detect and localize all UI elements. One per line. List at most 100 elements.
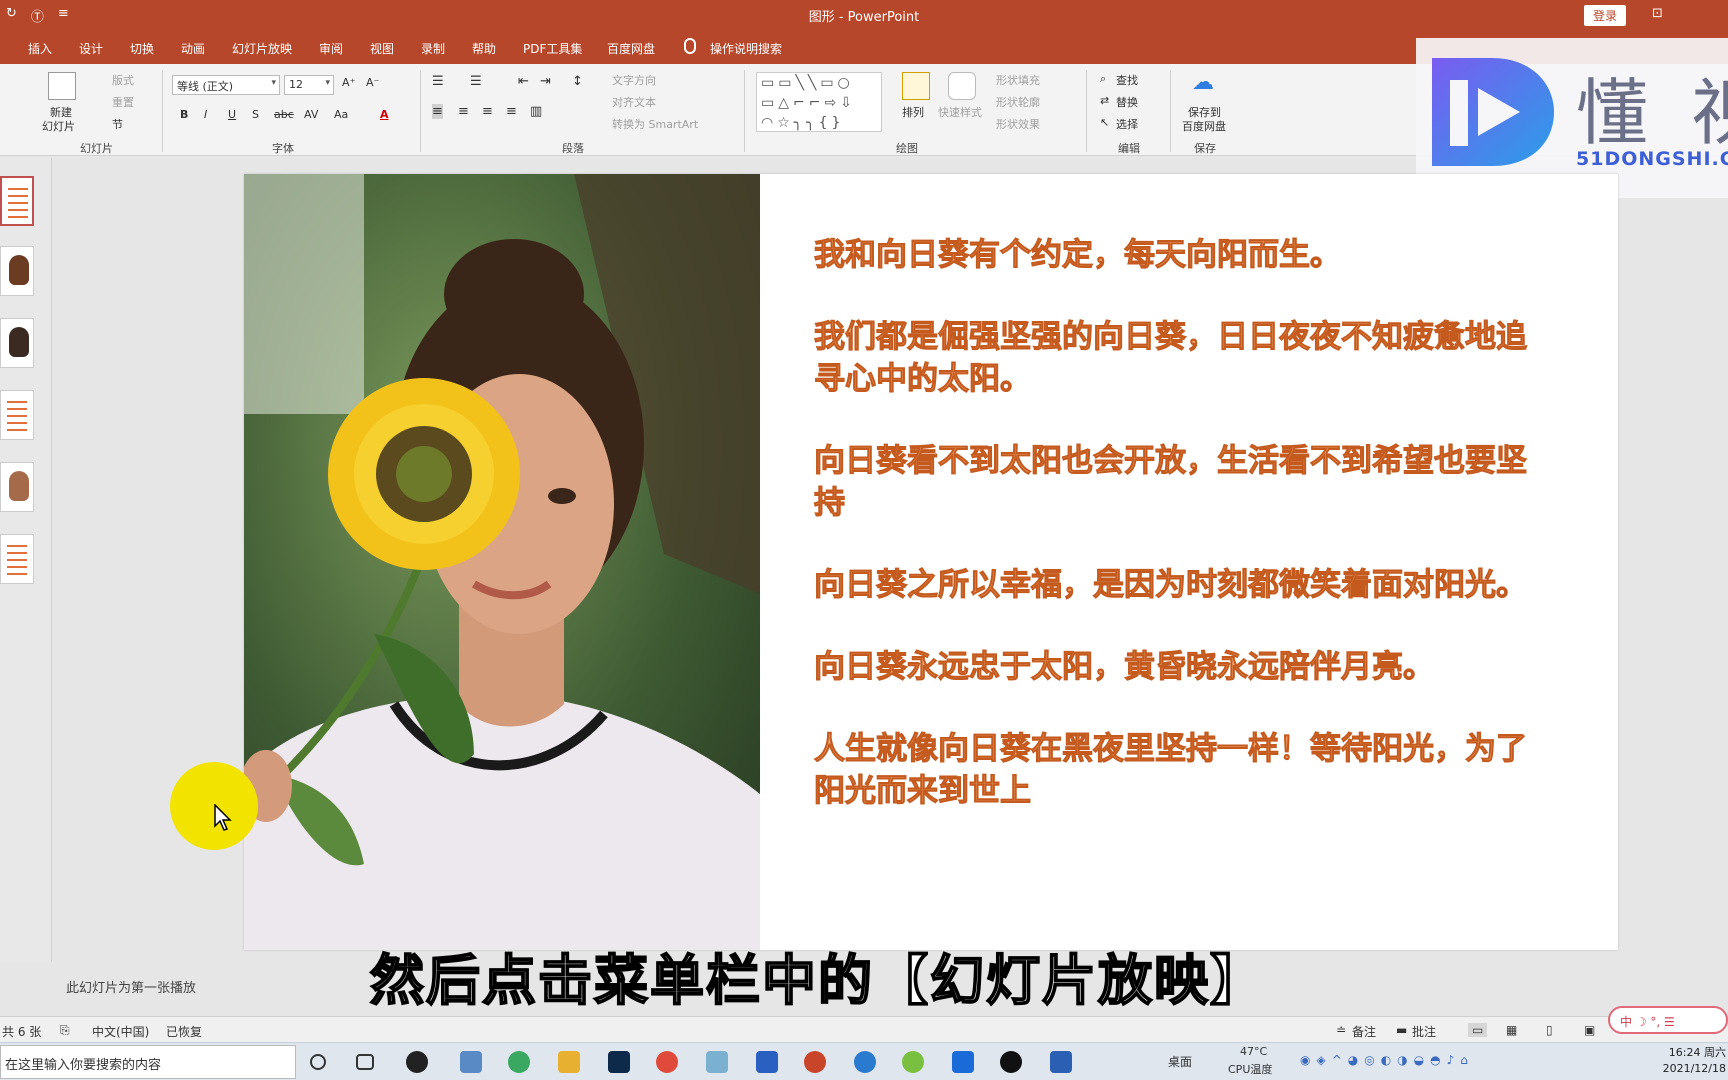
tab-transitions[interactable]: 切换: [130, 40, 154, 57]
layout-button[interactable]: 版式: [112, 72, 134, 88]
word-icon[interactable]: [1050, 1051, 1072, 1073]
slideshow-view-icon[interactable]: ▣: [1584, 1023, 1595, 1037]
save-to-label-2[interactable]: 百度网盘: [1182, 118, 1226, 134]
tab-slideshow[interactable]: 幻灯片放映: [232, 40, 292, 57]
app-icon[interactable]: [706, 1051, 728, 1073]
align-center-icon[interactable]: ≡: [458, 104, 469, 119]
status-bar: 共 6 张 ⎘ 中文(中国) 已恢复 ≐ 备注 ▬ 批注 ▭ ▦ ▯ ▣: [0, 1016, 1728, 1042]
shapes-row: ◠☆╮╮{}: [761, 115, 845, 131]
record-icon[interactable]: [1000, 1051, 1022, 1073]
notes-pane[interactable]: 此幻灯片为第一张播放: [66, 977, 196, 996]
select-button[interactable]: 选择: [1116, 116, 1138, 132]
distribute-icon[interactable]: ▥: [530, 104, 542, 119]
slide-sorter-icon[interactable]: ▦: [1506, 1023, 1517, 1037]
arrange-button[interactable]: 排列: [902, 104, 924, 120]
italic-button[interactable]: I: [204, 108, 207, 121]
comments-icon[interactable]: ▬: [1396, 1023, 1407, 1037]
new-slide-icon[interactable]: [48, 72, 76, 100]
notes-button[interactable]: 备注: [1352, 1023, 1376, 1040]
ribbon-display-icon[interactable]: ⊡: [1652, 6, 1663, 21]
slide-thumbnail[interactable]: [0, 462, 34, 512]
slide-thumbnail[interactable]: [0, 390, 34, 440]
app-icon[interactable]: [406, 1051, 428, 1073]
replace-button[interactable]: 替换: [1116, 94, 1138, 110]
sunflower-girl-photo[interactable]: [244, 174, 760, 950]
system-tray-icons[interactable]: ◉◈^◕◎◐◑◒◓♪⌂: [1300, 1053, 1474, 1067]
font-color-button[interactable]: A: [380, 108, 389, 121]
taskbar-search-input[interactable]: 在这里输入你要搜索的内容: [0, 1045, 296, 1079]
bullets-icon[interactable]: ☰: [432, 74, 444, 89]
slide-text-box[interactable]: 我和向日葵有个约定，每天向阳而生。 我们都是倔强坚强的向日葵，日日夜夜不知疲惫地…: [814, 234, 1534, 852]
tell-me-search[interactable]: 操作说明搜索: [710, 40, 782, 57]
align-right-icon[interactable]: ≡: [482, 104, 493, 119]
justify-icon[interactable]: ≡: [506, 104, 517, 119]
powerpoint-icon[interactable]: [804, 1051, 826, 1073]
numbering-icon[interactable]: ☰: [470, 74, 482, 89]
photoshop-icon[interactable]: [608, 1051, 630, 1073]
normal-view-icon[interactable]: ▭: [1468, 1023, 1488, 1037]
find-button[interactable]: 查找: [1116, 72, 1138, 88]
grow-font-button[interactable]: A⁺: [342, 76, 355, 89]
task-view-icon[interactable]: [356, 1054, 374, 1070]
increase-indent-icon[interactable]: ⇥: [540, 74, 551, 89]
folder-icon[interactable]: [558, 1051, 580, 1073]
tab-insert[interactable]: 插入: [28, 40, 52, 57]
strikethrough-button[interactable]: abc: [274, 108, 294, 121]
lightbulb-icon: [684, 38, 696, 54]
tab-design[interactable]: 设计: [79, 40, 103, 57]
slide-thumbnail[interactable]: [0, 318, 34, 368]
login-button[interactable]: 登录: [1584, 5, 1627, 26]
convert-smartart-button[interactable]: 转换为 SmartArt: [612, 116, 698, 132]
app-icon[interactable]: [902, 1051, 924, 1073]
reading-view-icon[interactable]: ▯: [1546, 1023, 1553, 1037]
section-button[interactable]: 节: [112, 116, 123, 132]
arrange-icon[interactable]: [902, 72, 930, 100]
line-spacing-icon[interactable]: ↕: [572, 74, 583, 89]
quick-styles-icon[interactable]: [948, 72, 976, 100]
slide-thumbnail[interactable]: [0, 176, 34, 226]
shape-effects-button[interactable]: 形状效果: [996, 116, 1040, 132]
change-case-button[interactable]: Aa: [334, 108, 348, 121]
tab-view[interactable]: 视图: [370, 40, 394, 57]
underline-button[interactable]: U: [228, 108, 236, 121]
chrome-icon[interactable]: [656, 1051, 678, 1073]
tab-review[interactable]: 审阅: [319, 40, 343, 57]
quick-styles-button[interactable]: 快速样式: [938, 104, 982, 120]
new-slide-label-2[interactable]: 幻灯片: [42, 118, 75, 134]
file-manager-icon[interactable]: [460, 1051, 482, 1073]
accessibility-icon[interactable]: ⎘: [60, 1023, 70, 1038]
char-spacing-button[interactable]: AV: [304, 108, 318, 121]
app-icon[interactable]: [756, 1051, 778, 1073]
shape-fill-button[interactable]: 形状填充: [996, 72, 1040, 88]
comments-button[interactable]: 批注: [1412, 1023, 1436, 1040]
text-shadow-button[interactable]: S: [252, 108, 259, 121]
taskbar-clock[interactable]: 16:24 周六 2021/12/18: [1662, 1045, 1726, 1077]
font-name-combo[interactable]: 等线 (正文): [172, 75, 280, 95]
bold-button[interactable]: B: [180, 108, 188, 121]
tab-record[interactable]: 录制: [421, 40, 445, 57]
desktop-toolbar[interactable]: 桌面: [1168, 1053, 1192, 1070]
language-indicator[interactable]: 中文(中国): [92, 1023, 149, 1040]
font-size-combo[interactable]: 12: [284, 75, 334, 95]
slide-thumbnail[interactable]: [0, 246, 34, 296]
shape-outline-button[interactable]: 形状轮廓: [996, 94, 1040, 110]
text-direction-button[interactable]: 文字方向: [612, 72, 656, 88]
app-icon[interactable]: [854, 1051, 876, 1073]
slide-thumbnail[interactable]: [0, 534, 34, 584]
align-text-button[interactable]: 对齐文本: [612, 94, 656, 110]
reset-button[interactable]: 重置: [112, 94, 134, 110]
notes-icon[interactable]: ≐: [1336, 1023, 1346, 1037]
tab-pdf-tools[interactable]: PDF工具集: [523, 40, 582, 57]
ime-toolbar[interactable]: 中 ☽ °, ☰: [1608, 1006, 1728, 1034]
tab-baidu-netdisk[interactable]: 百度网盘: [607, 40, 655, 57]
tab-help[interactable]: 帮助: [472, 40, 496, 57]
browser-icon[interactable]: [508, 1051, 530, 1073]
align-left-icon[interactable]: ≡: [432, 104, 443, 119]
shrink-font-button[interactable]: A⁻: [366, 76, 379, 89]
slide-canvas[interactable]: 我和向日葵有个约定，每天向阳而生。 我们都是倔强坚强的向日葵，日日夜夜不知疲惫地…: [244, 174, 1618, 950]
cortana-icon[interactable]: [310, 1054, 326, 1070]
decrease-indent-icon[interactable]: ⇤: [518, 74, 529, 89]
app-icon[interactable]: [952, 1051, 974, 1073]
tab-animations[interactable]: 动画: [181, 40, 205, 57]
shapes-gallery[interactable]: ▭▭╲╲▭○ ▭△⌐⌐⇨⇩ ◠☆╮╮{}: [756, 72, 882, 132]
